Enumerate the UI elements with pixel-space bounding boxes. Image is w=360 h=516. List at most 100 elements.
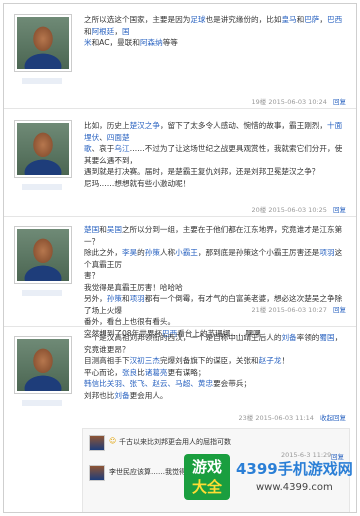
keyword-link[interactable]: 孙策 <box>145 248 160 257</box>
post-text: 率领的 <box>296 333 320 342</box>
keyword-link[interactable]: 楚国 <box>84 225 99 234</box>
post-text: ！ <box>281 356 290 365</box>
post-meta: 21楼 2015-06-03 10:27 回复 <box>251 304 346 314</box>
post-line: 平心而论，张良比诸葛亮更有谋略； <box>84 367 346 379</box>
reply-avatar[interactable] <box>89 435 105 451</box>
emoji-icon: ☺ <box>109 437 117 445</box>
logo-line1: 游戏 <box>191 458 222 476</box>
keyword-link[interactable]: 汉初三杰 <box>130 356 160 365</box>
keyword-link[interactable]: 张良 <box>122 368 137 377</box>
post-text: 害？ <box>84 271 100 280</box>
post-meta: 19楼 2015-06-03 10:24 回复 <box>251 96 346 106</box>
post-line: 之所以选这个国家，主要是因为足球也是讲究缘份的，比如皇马和巴萨，巴西和阿根廷，国 <box>84 14 346 37</box>
post-divider <box>4 216 356 217</box>
keyword-link[interactable]: 阿森纳 <box>140 38 163 47</box>
keyword-link[interactable]: 小霸王 <box>175 248 198 257</box>
reply-avatar[interactable] <box>89 465 105 481</box>
watermark-title: 4399手机游戏网 <box>236 460 353 478</box>
floor-number: 21楼 <box>251 306 267 314</box>
post-text: 一个是汉高祖刘邦领衔的西汉，一个是自称中山靖王后人的 <box>84 333 282 342</box>
post-text: 之所以选这个国家，主要是因为 <box>84 15 191 24</box>
watermark-url: www.4399.com <box>256 482 333 493</box>
avatar[interactable] <box>14 120 72 178</box>
post-text: 更有谋略； <box>167 367 206 377</box>
avatar-image <box>17 123 69 175</box>
floor-number: 20楼 <box>251 206 267 214</box>
collapse-replies-link[interactable]: 收起回复 <box>320 414 346 422</box>
keyword-link[interactable]: 巴萨 <box>304 15 319 24</box>
keyword-link[interactable]: 足球 <box>190 15 205 24</box>
post-text: 刘邦也比 <box>84 390 115 400</box>
post-text: 比 <box>137 367 145 377</box>
post-text: 人称 <box>159 248 176 257</box>
avatar[interactable] <box>14 226 72 284</box>
post-text: ，那到底是孙策这个小霸王厉害还是 <box>197 248 320 257</box>
keyword-link[interactable]: 李昊 <box>122 248 137 257</box>
keyword-link[interactable]: 米 <box>84 38 92 47</box>
keyword-link[interactable]: 巴西 <box>327 15 342 24</box>
thread-frame: 之所以选这个国家，主要是因为足球也是讲究缘份的，比如皇马和巴萨，巴西和阿根廷，国… <box>3 3 357 513</box>
post-text: 完爆刘备旗下的谋臣，关张和 <box>159 356 259 365</box>
site-watermark: 游戏 大全 4399手机游戏网 www.4399.com <box>184 454 354 510</box>
post-meta: 20楼 2015-06-03 10:25 回复 <box>251 204 346 214</box>
post-time: 2015-06-03 10:25 <box>268 206 327 214</box>
keyword-link[interactable]: 乌江 <box>114 144 129 153</box>
avatar[interactable] <box>14 14 72 72</box>
post-text: 遇到就是打决赛。届时，是楚霸王复仇刘邦，还是刘邦卫冕楚汉之争？ <box>84 167 320 176</box>
post-text: 也是讲究缘份的，比如 <box>205 15 282 24</box>
post-time: 2015-06-03 11:14 <box>255 414 314 422</box>
post-text: 、 <box>99 132 107 142</box>
post-line: 目测高祖手下汉初三杰完爆刘备旗下的谋臣，关张和赵子龙！ <box>84 355 346 367</box>
keyword-link[interactable]: 歌 <box>84 144 92 153</box>
post-text: 和AC，曼联和 <box>91 38 140 47</box>
keyword-link[interactable]: 皇马 <box>281 15 296 24</box>
reply-link[interactable]: 回复 <box>333 306 346 314</box>
reply-text: 千古以来比刘邦更会用人的屈指可数 <box>119 438 231 446</box>
keyword-link[interactable]: 四面楚 <box>107 133 130 142</box>
avatar[interactable] <box>14 336 72 394</box>
post-line: 遇到就是打决赛。届时，是楚霸王复仇刘邦，还是刘邦卫冕楚汉之争？ <box>84 166 346 178</box>
keyword-link[interactable]: 楚汉之争 <box>130 121 160 130</box>
post-text: 比如，历史上 <box>84 121 130 130</box>
post-text: 之所以分到一组，主要在于他们都在江东地界，究竟谁才是江东第一？ <box>84 225 343 246</box>
keyword-link[interactable]: 韩信比关羽、张飞、赵云、马超、黄忠 <box>84 379 213 388</box>
post-text: 另外， <box>84 294 107 303</box>
post-line: 除此之外，李昊的孙策人称小霸王，那到底是孙策这个小霸王厉害还是项羽这个真霸王厉 <box>84 247 346 270</box>
keyword-link[interactable]: 刘备 <box>281 333 296 342</box>
reply-link[interactable]: 回复 <box>333 206 346 214</box>
post-content: 之所以选这个国家，主要是因为足球也是讲究缘份的，比如皇马和巴萨，巴西和阿根廷，国… <box>84 14 346 49</box>
post-text: 要会带兵； <box>213 379 252 388</box>
post-line: 楚国和吴国之所以分到一组，主要在于他们都在江东地界，究竟谁才是江东第一？ <box>84 224 346 247</box>
post-text: 目测高祖手下 <box>84 356 130 365</box>
post-text: 和 <box>121 294 130 303</box>
logo-line2: 大全 <box>191 478 222 496</box>
post-meta: 23楼 2015-06-03 11:14 收起回复 <box>238 412 346 422</box>
post-text: ， <box>319 15 327 24</box>
avatar-image <box>17 229 69 281</box>
post-text: 番外，看台上也很有看头。 <box>84 317 176 326</box>
keyword-link[interactable]: 项羽 <box>319 248 334 257</box>
keyword-link[interactable]: 吴国 <box>107 225 122 234</box>
keyword-link[interactable]: 刘备 <box>114 391 129 400</box>
post-text: 的 <box>137 248 145 257</box>
keyword-link[interactable]: 阿根廷 <box>92 27 115 36</box>
keyword-link[interactable]: 诸葛亮 <box>145 368 168 377</box>
post-line: 一个是汉高祖刘邦领衔的西汉，一个是自称中山靖王后人的刘备率领的蜀国，究竟谁更昂？ <box>84 332 346 355</box>
post-time: 2015-06-03 10:24 <box>268 98 327 106</box>
floor-number: 19楼 <box>251 98 267 106</box>
keyword-link[interactable]: 赵子龙 <box>259 356 282 365</box>
post-line: 比如，历史上楚汉之争，留下了太多令人感动、惋惜的故事，霸王刚烈，十面埋伏、四面楚 <box>84 120 346 143</box>
post-text: ， <box>114 26 122 36</box>
post-line: 尼玛……想想就有些小激动呢！ <box>84 178 346 190</box>
post-text: 平心而论， <box>84 367 122 377</box>
reply-link[interactable]: 回复 <box>333 98 346 106</box>
keyword-link[interactable]: 项羽 <box>130 294 145 303</box>
user-badge <box>22 184 62 190</box>
post-line: 刘邦也比刘备更会用人。 <box>84 390 346 402</box>
post-text: 更会用人。 <box>129 390 168 400</box>
keyword-link[interactable]: 国 <box>122 27 130 36</box>
keyword-link[interactable]: 蜀国 <box>319 333 334 342</box>
keyword-link[interactable]: 孙策 <box>107 294 122 303</box>
post-line: 害？ <box>84 270 346 282</box>
post-line: 歌、哀于乌江……不过为了让这场世纪之战更具观赏性，我就索它们分开，使其要么遇不到… <box>84 143 346 166</box>
